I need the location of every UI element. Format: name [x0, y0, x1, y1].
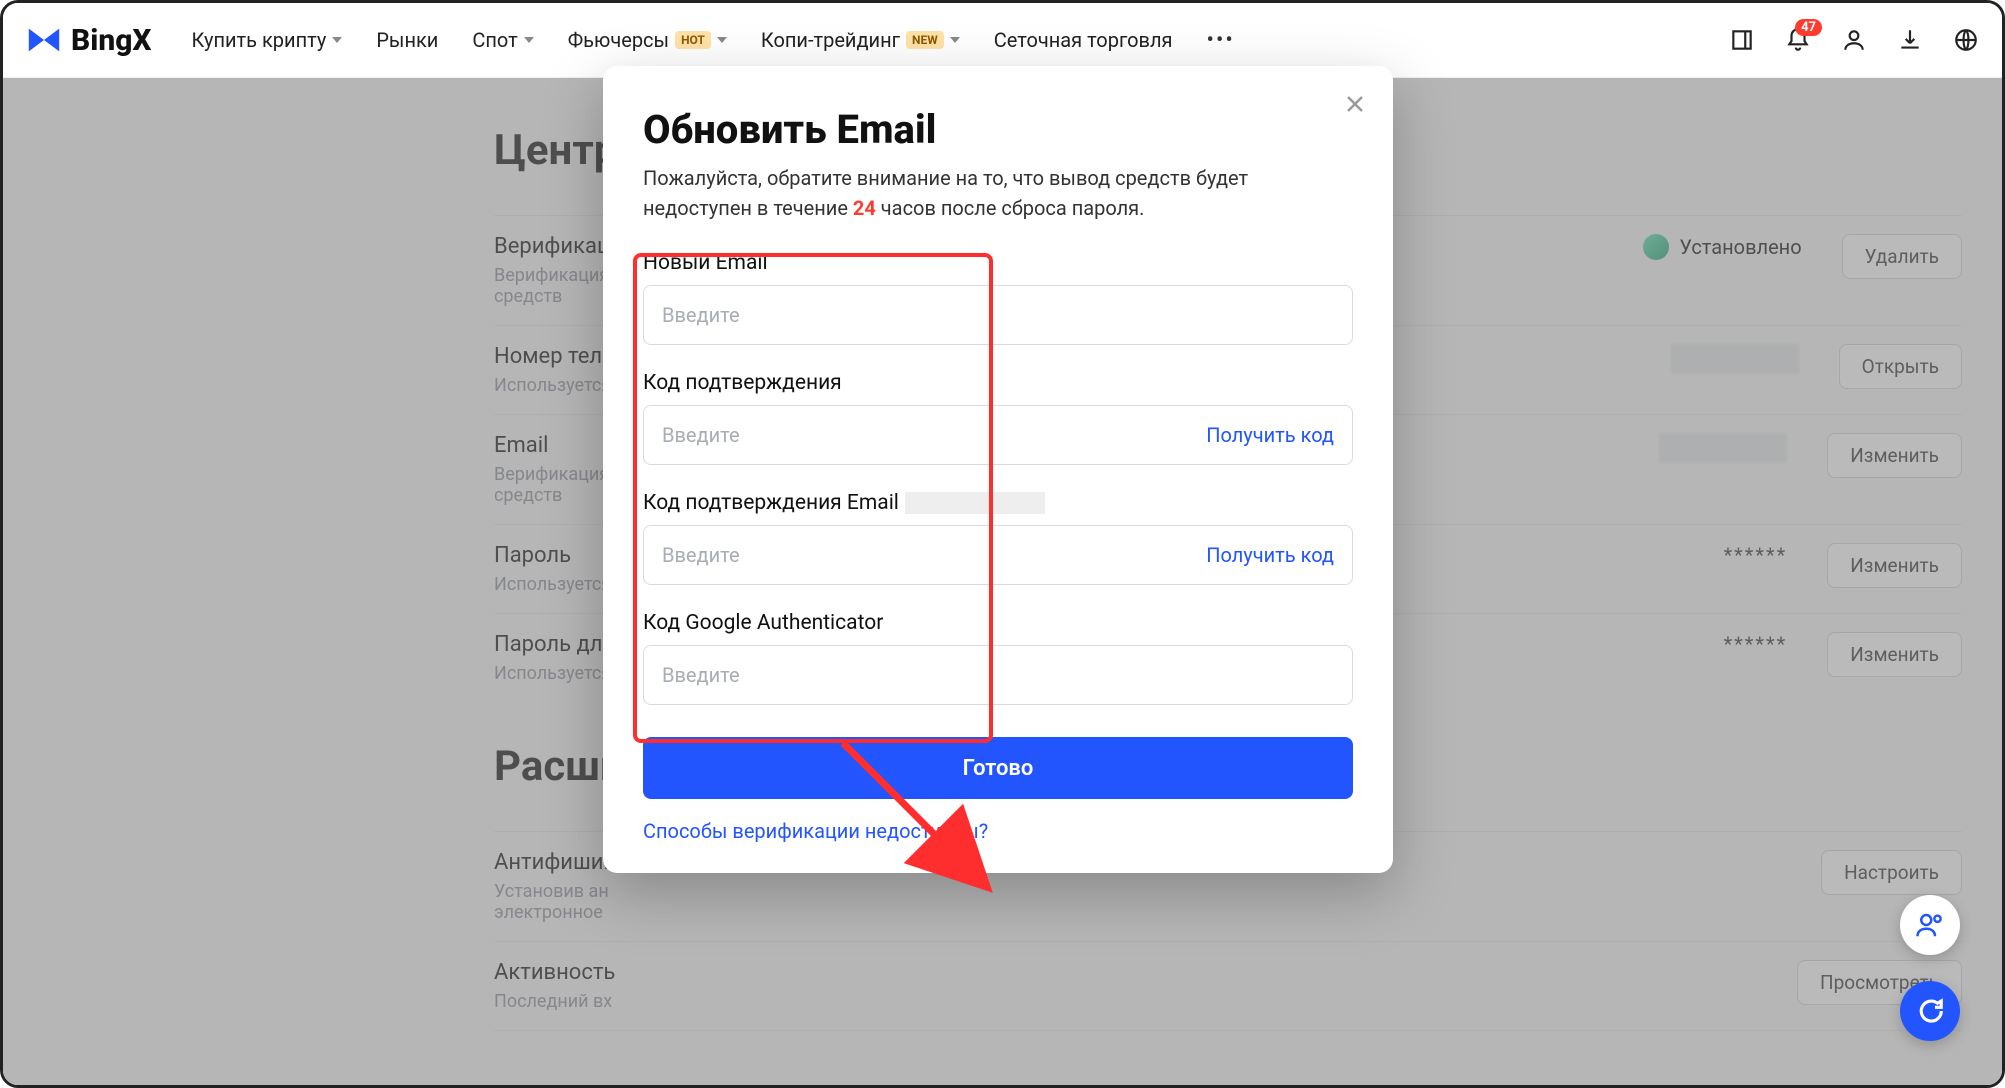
- window-icon[interactable]: [1728, 26, 1756, 54]
- support-fab[interactable]: [1900, 895, 1960, 955]
- nav-spot[interactable]: Спот: [472, 28, 533, 52]
- new-tag: NEW: [906, 31, 944, 49]
- update-email-modal: Обновить Email Пожалуйста, обратите вним…: [603, 66, 1393, 873]
- masked-email: [905, 492, 1045, 514]
- brand-logo[interactable]: BingX: [25, 21, 152, 59]
- modal-title: Обновить Email: [643, 106, 1353, 153]
- field-new-email: Новый Email: [643, 251, 1353, 345]
- sms-code-input[interactable]: [662, 423, 1194, 447]
- nav-markets[interactable]: Рынки: [376, 28, 438, 52]
- nav-copytrading[interactable]: Копи-трейдинг NEW: [761, 28, 960, 52]
- nav-grid-trading[interactable]: Сеточная торговля: [994, 28, 1173, 52]
- ga-code-input[interactable]: [662, 663, 1334, 687]
- verification-help-link[interactable]: Способы верификации недоступны?: [643, 819, 988, 843]
- user-icon[interactable]: [1840, 26, 1868, 54]
- field-label: Код подтверждения Email: [643, 491, 1353, 515]
- nav-label: Спот: [472, 28, 517, 52]
- field-sms-code: Код подтверждения Получить код: [643, 371, 1353, 465]
- field-label: Новый Email: [643, 251, 1353, 275]
- download-icon[interactable]: [1896, 26, 1924, 54]
- header-actions: 47: [1728, 26, 1980, 54]
- field-label: Код подтверждения: [643, 371, 1353, 395]
- chevron-down-icon: [950, 37, 960, 43]
- main-nav: Купить крипту Рынки Спот Фьючерсы HOT Коп…: [192, 28, 1235, 53]
- field-ga-code: Код Google Authenticator: [643, 611, 1353, 705]
- modal-subtitle: Пожалуйста, обратите внимание на то, что…: [643, 163, 1353, 223]
- chevron-down-icon: [332, 37, 342, 43]
- subtitle-highlight: 24: [853, 196, 876, 220]
- globe-icon[interactable]: [1952, 26, 1980, 54]
- get-code-link[interactable]: Получить код: [1206, 423, 1334, 447]
- nav-label: Купить крипту: [192, 28, 327, 52]
- submit-button[interactable]: Готово: [643, 737, 1353, 799]
- brand-text: BingX: [71, 23, 152, 58]
- bell-icon[interactable]: 47: [1784, 26, 1812, 54]
- nav-label: Копи-трейдинг: [761, 28, 900, 52]
- notification-badge: 47: [1795, 19, 1822, 36]
- nav-buy-crypto[interactable]: Купить крипту: [192, 28, 343, 52]
- get-code-link[interactable]: Получить код: [1206, 543, 1334, 567]
- nav-futures[interactable]: Фьючерсы HOT: [568, 28, 727, 52]
- nav-label: Фьючерсы: [568, 28, 669, 52]
- logo-icon: [25, 21, 63, 59]
- nav-more[interactable]: •••: [1207, 28, 1235, 53]
- nav-label: Сеточная торговля: [994, 28, 1173, 52]
- close-icon[interactable]: [1343, 92, 1367, 120]
- new-email-input[interactable]: [662, 303, 1334, 327]
- field-email-code: Код подтверждения Email Получить код: [643, 491, 1353, 585]
- email-code-input[interactable]: [662, 543, 1194, 567]
- hot-tag: HOT: [675, 31, 711, 49]
- nav-label: Рынки: [376, 28, 438, 52]
- chevron-down-icon: [717, 37, 727, 43]
- subtitle-text: часов после сброса пароля.: [876, 196, 1145, 220]
- chat-fab[interactable]: [1900, 981, 1960, 1041]
- field-label: Код Google Authenticator: [643, 611, 1353, 635]
- chevron-down-icon: [524, 37, 534, 43]
